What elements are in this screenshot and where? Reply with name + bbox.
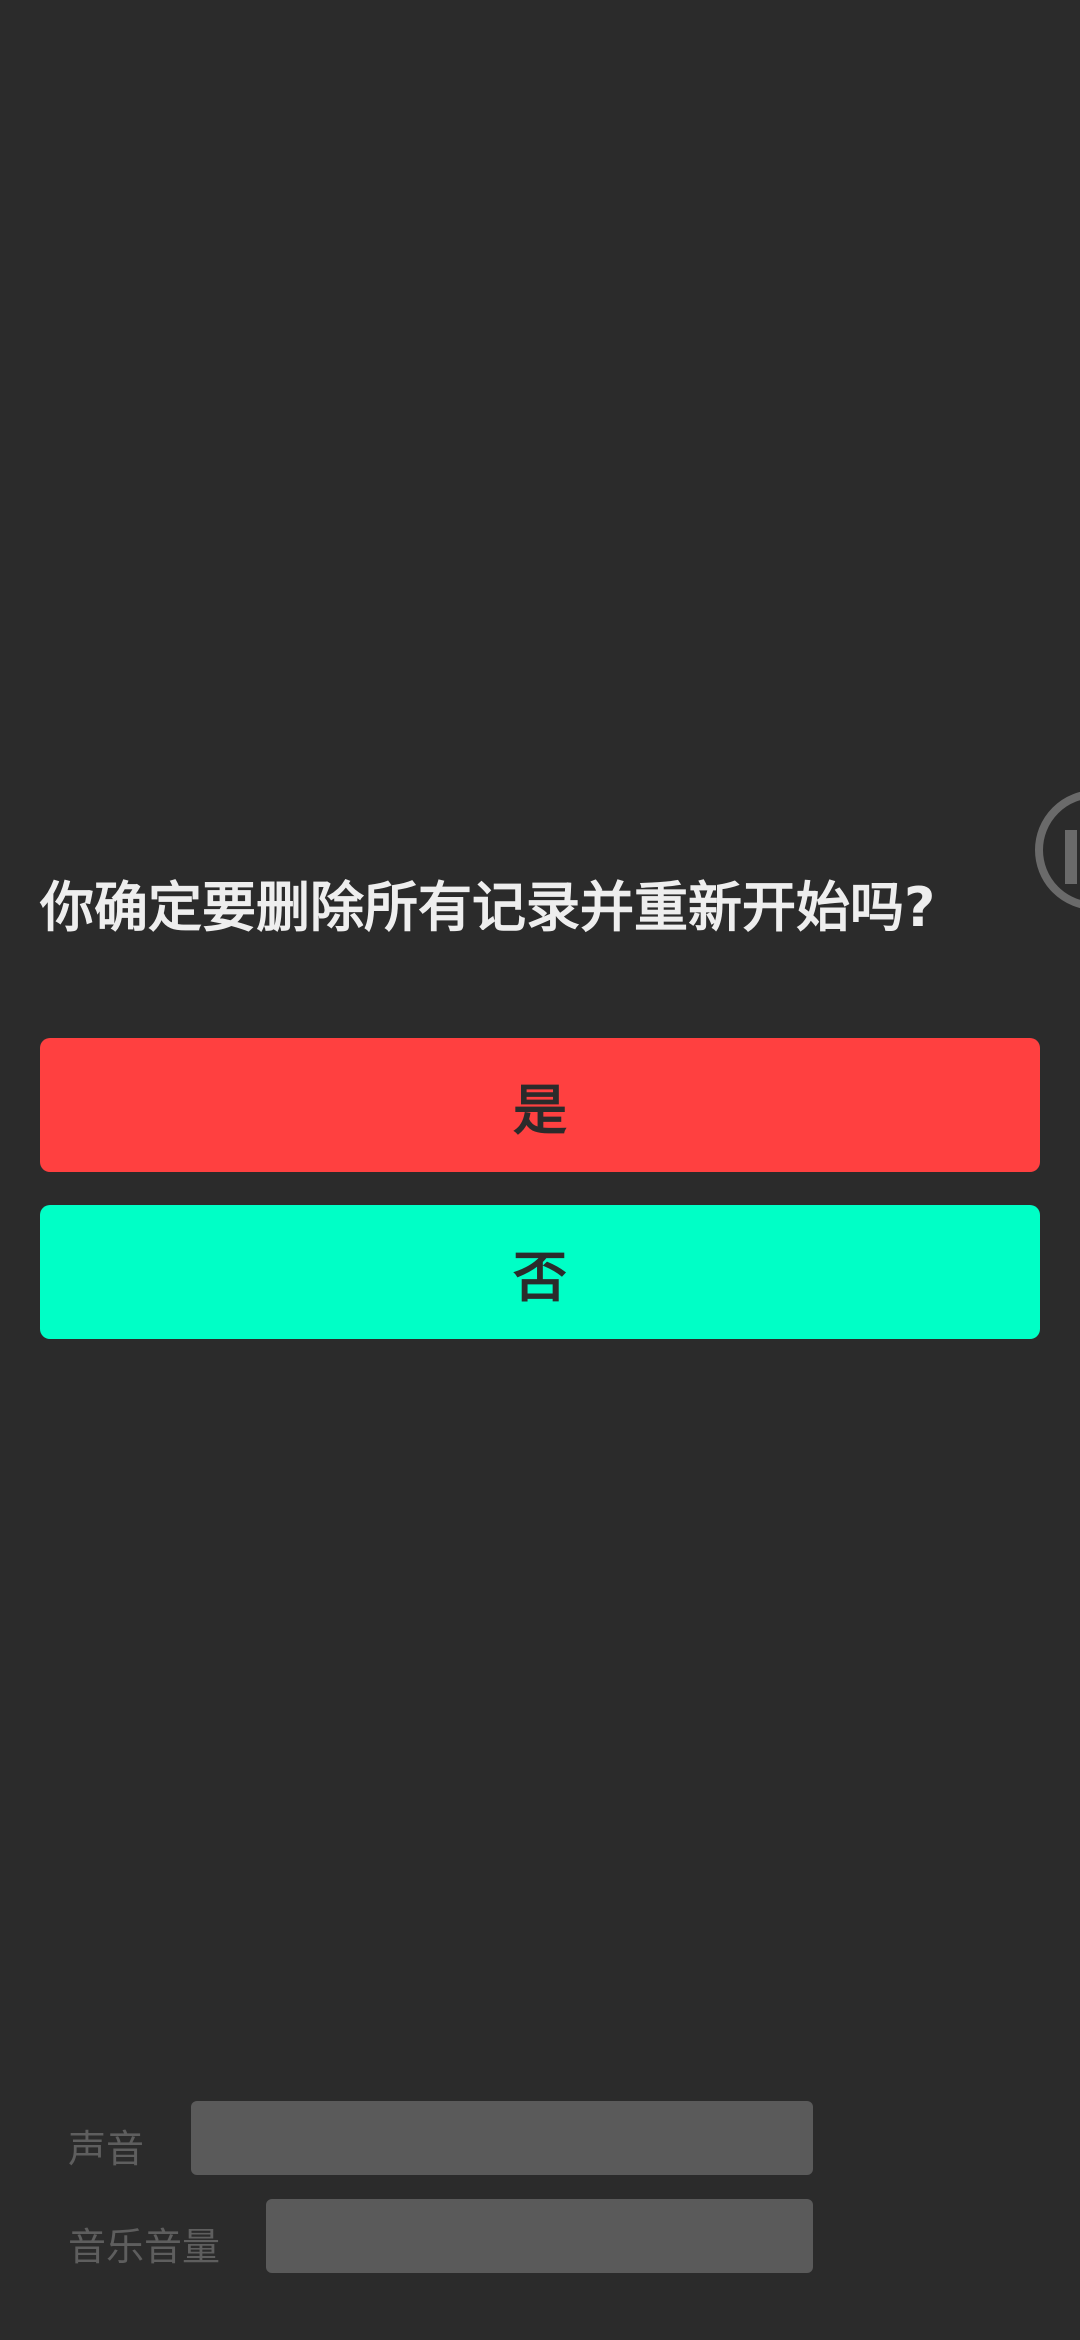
yes-button[interactable]: 是 bbox=[40, 1038, 1040, 1172]
sound-label: 声音 bbox=[68, 2127, 145, 2171]
music-volume-slider[interactable] bbox=[266, 2199, 813, 2273]
confirm-reset-screen: 你确定要删除所有记录并重新开始吗? 是 否 声音 音乐音量 bbox=[0, 0, 1080, 2340]
reset-confirm-question: 你确定要删除所有记录并重新开始吗? bbox=[40, 876, 936, 939]
no-button[interactable]: 否 bbox=[40, 1205, 1040, 1339]
circle-button-inner bbox=[1065, 830, 1077, 884]
music-volume-label: 音乐音量 bbox=[68, 2225, 221, 2269]
circle-button-icon[interactable] bbox=[1035, 790, 1080, 910]
sound-slider[interactable] bbox=[191, 2101, 813, 2175]
